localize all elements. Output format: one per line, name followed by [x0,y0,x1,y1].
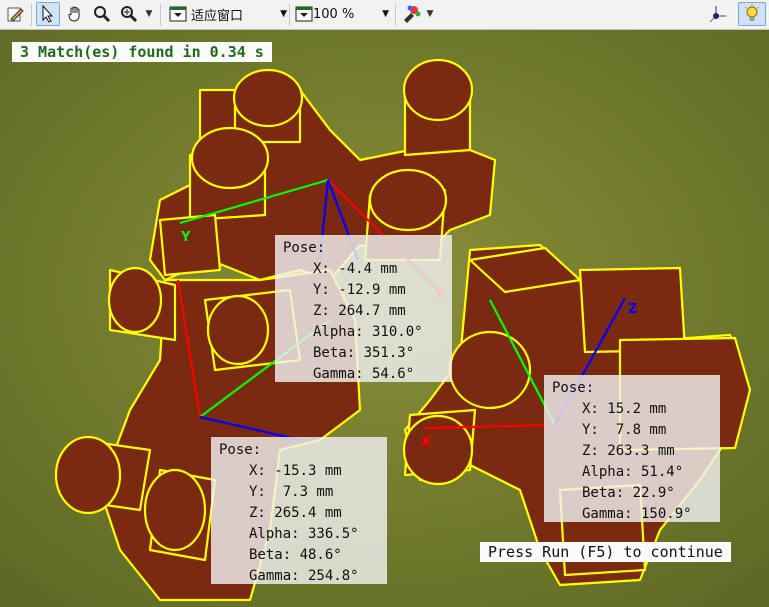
pose-y: Y: 7.3 mm [249,484,334,500]
pose-y: Y: 7.8 mm [582,422,667,438]
pose-alpha: Alpha: 336.5° [249,526,359,542]
pose-gamma: Gamma: 150.9° [582,506,692,522]
hand-pan-icon[interactable] [63,2,87,26]
zoom-in-icon[interactable] [117,2,141,26]
pose-box-1: Pose: X: -4.4 mm Y: -12.9 mm Z: 264.7 mm… [275,235,452,382]
color-brush-icon[interactable] [399,2,423,26]
pose-box-3: Pose: X: 15.2 mm Y: 7.8 mm Z: 263.3 mm A… [544,375,720,522]
magnifier-icon[interactable] [90,2,114,26]
pose-title: Pose: [552,380,595,396]
pose-z: Z: 263.3 mm [582,443,675,459]
pose-y: Y: -12.9 mm [313,282,406,298]
pose-beta: Beta: 48.6° [249,547,342,563]
zoom-level-value: 100 % [313,6,355,22]
pose-box-2: Pose: X: -15.3 mm Y: 7.3 mm Z: 265.4 mm … [211,437,387,584]
zoom-level-select[interactable]: 100 % ▼ [313,3,389,25]
color-dropdown-chevron-icon[interactable]: ▼ [425,2,435,26]
chevron-down-icon: ▼ [382,9,389,19]
axis-label-x: X [421,435,432,450]
pose-alpha: Alpha: 310.0° [313,324,423,340]
pose-gamma: Gamma: 54.6° [313,366,415,382]
pose-title: Pose: [219,442,262,458]
pose-x: X: 15.2 mm [582,401,667,417]
match-status-message: 3 Match(es) found in 0.34 s [12,42,272,62]
fit-window-icon[interactable] [166,2,190,26]
axis-label-y: Y [181,230,191,245]
bulb-icon[interactable] [738,2,766,26]
edit-icon[interactable] [3,2,27,26]
pose-gamma: Gamma: 254.8° [249,568,359,584]
pose-beta: Beta: 351.3° [313,345,415,361]
zoom-dropdown-chevron-icon[interactable]: ▼ [144,2,154,26]
pose-title: Pose: [283,240,326,256]
pose-alpha: Alpha: 51.4° [582,464,684,480]
fit-mode-select[interactable]: 适应窗口 ▼ [191,3,287,25]
pose-x: X: -4.4 mm [313,261,398,277]
pose-beta: Beta: 22.9° [582,485,675,501]
chevron-down-icon: ▼ [280,9,287,19]
pose-x: X: -15.3 mm [249,463,342,479]
axis-label-z: Z [628,302,638,317]
continue-hint: Press Run (F5) to continue [480,542,731,562]
pose-z: Z: 265.4 mm [249,505,342,521]
image-viewport[interactable]: Y X X Z 3 Match(es) found in 0.34 s Pose… [0,30,769,607]
axes-icon[interactable] [706,2,730,26]
pointer-icon[interactable] [36,2,60,26]
toolbar: ▼ 适应窗口 ▼ 100 % ▼ ▼ [0,0,769,30]
pose-z: Z: 264.7 mm [313,303,406,319]
fit-mode-value: 适应窗口 [191,8,244,24]
